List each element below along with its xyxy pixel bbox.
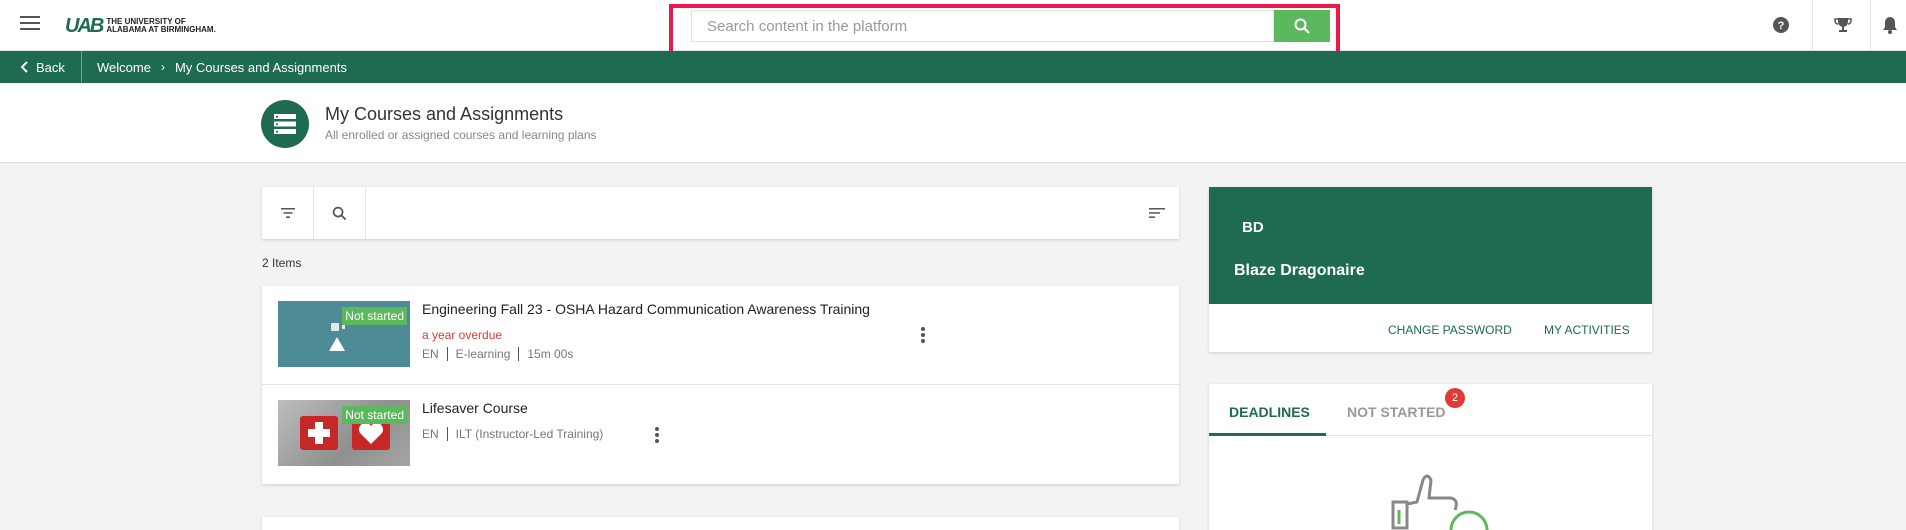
course-item[interactable]: Not started Lifesaver Course EN ILT (Ins… — [262, 385, 1179, 484]
tab-deadlines[interactable]: DEADLINES — [1229, 404, 1310, 420]
logo-mark: UAB — [65, 15, 104, 37]
search-input[interactable] — [691, 10, 1274, 42]
back-label: Back — [36, 59, 65, 75]
trophy-icon[interactable] — [1832, 14, 1854, 36]
header-divider — [1870, 0, 1871, 51]
page-subtitle: All enrolled or assigned courses and lea… — [325, 128, 597, 142]
chevron-right-icon: › — [160, 60, 165, 74]
course-thumbnail: Not started — [278, 400, 410, 466]
breadcrumb-welcome[interactable]: Welcome — [97, 60, 151, 75]
active-tab-indicator — [1209, 433, 1326, 436]
more-options-icon[interactable] — [647, 423, 667, 447]
items-count: 2 Items — [262, 256, 302, 270]
course-duration: 15m 00s — [527, 347, 574, 361]
course-thumbnail: Not started — [278, 301, 410, 367]
my-activities-link[interactable]: MY ACTIVITIES — [1544, 323, 1630, 337]
not-started-count-badge: 2 — [1445, 388, 1465, 408]
deadlines-widget: DEADLINES NOT STARTED 2 — [1209, 384, 1652, 530]
bell-icon[interactable] — [1879, 14, 1901, 36]
sort-icon — [1149, 208, 1165, 218]
search-button[interactable] — [1274, 10, 1330, 42]
sort-button[interactable] — [1145, 201, 1169, 225]
deadlines-tabs: DEADLINES NOT STARTED 2 — [1209, 384, 1652, 436]
toolbar-search-button[interactable] — [314, 187, 366, 239]
breadcrumb-bar: Back Welcome › My Courses and Assignment… — [0, 51, 1906, 83]
more-options-icon[interactable] — [913, 323, 933, 347]
list-toolbar — [262, 187, 1179, 239]
status-badge: Not started — [342, 406, 407, 424]
avatar: BD — [1242, 219, 1264, 236]
header-divider — [1812, 0, 1813, 51]
course-type: ILT (Instructor-Led Training) — [455, 427, 604, 441]
next-section-card — [262, 517, 1179, 530]
search-icon — [1294, 18, 1310, 34]
filter-button[interactable] — [262, 187, 314, 239]
course-meta: EN ILT (Instructor-Led Training) — [422, 427, 603, 441]
filter-icon — [280, 208, 295, 218]
tab-not-started[interactable]: NOT STARTED — [1347, 404, 1446, 420]
breadcrumb: Welcome › My Courses and Assignments — [97, 51, 347, 83]
search-icon — [332, 206, 347, 220]
course-language: EN — [422, 347, 439, 361]
change-password-link[interactable]: CHANGE PASSWORD — [1388, 323, 1512, 337]
logo-text: The University of Alabama at Birmingham. — [106, 17, 216, 34]
uab-logo[interactable]: UAB The University of Alabama at Birming… — [65, 15, 216, 37]
user-name: Blaze Dragonaire — [1234, 262, 1365, 279]
course-language: EN — [422, 427, 439, 441]
courses-list-icon — [261, 100, 309, 148]
overdue-label: a year overdue — [422, 328, 503, 342]
status-badge: Not started — [342, 307, 407, 325]
course-list: Not started Engineering Fall 23 - OSHA H… — [262, 286, 1179, 484]
course-item[interactable]: Not started Engineering Fall 23 - OSHA H… — [262, 286, 1179, 385]
profile-card: BD Blaze Dragonaire CHANGE PASSWORD MY A… — [1209, 187, 1652, 352]
course-type: E-learning — [455, 347, 511, 361]
help-icon[interactable]: ? — [1770, 14, 1792, 36]
menu-icon[interactable] — [20, 16, 40, 32]
svg-text:?: ? — [1778, 20, 1785, 32]
chevron-left-icon — [20, 61, 28, 73]
breadcrumb-current: My Courses and Assignments — [174, 59, 347, 75]
page-title: My Courses and Assignments — [325, 104, 564, 124]
course-meta: EN E-learning 15m 00s — [422, 347, 573, 361]
profile-banner: BD Blaze Dragonaire — [1209, 187, 1652, 304]
thumbs-up-icon — [1391, 474, 1489, 530]
course-title[interactable]: Engineering Fall 23 - OSHA Hazard Commun… — [422, 301, 870, 317]
course-title[interactable]: Lifesaver Course — [422, 400, 528, 416]
breadcrumb-divider — [81, 51, 82, 83]
back-button[interactable]: Back — [20, 51, 65, 83]
page-header: My Courses and Assignments All enrolled … — [0, 83, 1906, 163]
